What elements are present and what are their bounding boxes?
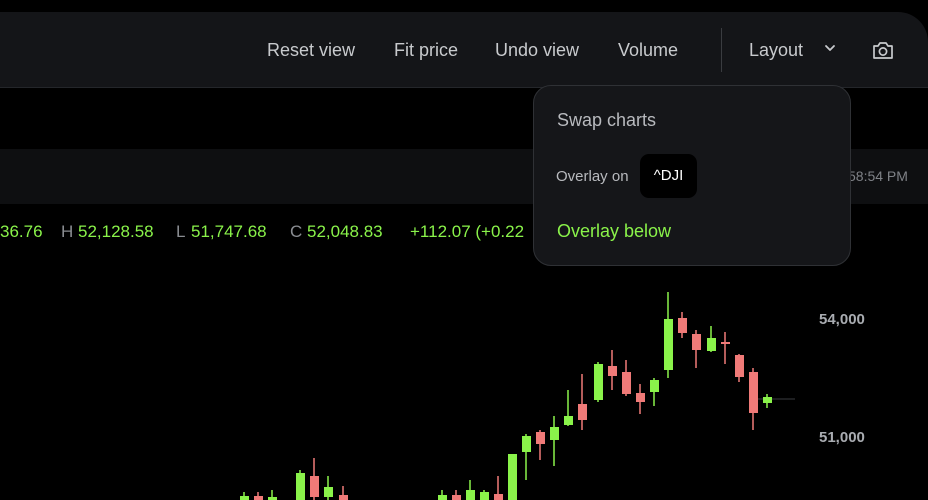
candlestick [650, 378, 659, 406]
overlay-symbol-button[interactable]: ^DJI [640, 154, 697, 198]
candle-body [664, 319, 673, 370]
overlay-below-button[interactable]: Overlay below [557, 221, 671, 242]
low-key: L [176, 222, 186, 241]
candle-body [594, 364, 603, 400]
camera-icon[interactable] [871, 39, 895, 61]
candlestick [692, 330, 701, 368]
candle-body [735, 355, 744, 377]
candle-body [564, 416, 573, 425]
candle-body [296, 473, 305, 500]
candle-body [550, 427, 559, 440]
undo-view-button[interactable]: Undo view [495, 12, 579, 88]
candle-body [339, 495, 348, 500]
high-key: H [61, 222, 74, 241]
candle-body [749, 372, 758, 413]
candlestick [707, 326, 716, 352]
candlestick [622, 360, 631, 396]
price-axis-label-lower: 51,000 [819, 429, 865, 446]
timestamp: 58:54 PM [848, 168, 908, 184]
price-axis-label-upper: 54,000 [819, 311, 865, 328]
candlestick [735, 354, 744, 382]
candle-body [508, 454, 517, 500]
candle-body [324, 487, 333, 497]
candle-body [466, 490, 475, 500]
candle-body [763, 397, 772, 403]
candlestick [749, 368, 758, 430]
candlestick [678, 312, 687, 338]
swap-charts-popup: Swap charts Overlay on ^DJI Overlay belo… [533, 85, 851, 266]
candlestick [594, 362, 603, 402]
volume-button[interactable]: Volume [618, 12, 678, 88]
candlestick [324, 476, 333, 500]
candlestick [480, 490, 489, 500]
candle-body [452, 495, 461, 500]
candlestick [522, 434, 531, 480]
low-value: 51,747.68 [191, 222, 267, 241]
candlestick [240, 492, 249, 500]
candle-body [622, 372, 631, 394]
candle-body [707, 338, 716, 351]
candlestick [578, 374, 587, 430]
candle-body [310, 476, 319, 497]
candle-body [480, 492, 489, 500]
candle-body [254, 496, 263, 500]
popup-title: Swap charts [557, 110, 657, 130]
candlestick [452, 490, 461, 500]
overlay-on-label: Overlay on [556, 168, 629, 185]
candlestick [310, 458, 319, 500]
open-value: 36.76 [0, 222, 43, 241]
fit-price-button[interactable]: Fit price [394, 12, 458, 88]
change-value: +112.07 (+0.22 [410, 222, 525, 241]
toolbar-divider [721, 28, 722, 72]
candlestick [636, 384, 645, 414]
candlestick [564, 390, 573, 426]
candlestick [550, 416, 559, 466]
candlestick [763, 394, 772, 408]
candlestick [721, 332, 730, 364]
candle-body [240, 496, 249, 500]
candle-body [438, 495, 447, 500]
high-value: 52,128.58 [78, 222, 154, 241]
candlestick [508, 454, 517, 500]
candle-body [494, 494, 503, 500]
candlestick [268, 490, 277, 500]
candle-body [692, 334, 701, 350]
candle-body [536, 432, 545, 444]
candle-body [678, 318, 687, 333]
layout-button[interactable]: Layout [749, 12, 803, 88]
candle-body [650, 380, 659, 392]
candlestick [608, 350, 617, 390]
candlestick-chart[interactable] [0, 280, 800, 500]
chevron-down-icon[interactable] [824, 42, 836, 54]
candlestick [494, 476, 503, 500]
candlestick [296, 470, 305, 500]
candlestick [536, 430, 545, 460]
chart-toolbar: Reset view Fit price Undo view Volume La… [0, 12, 928, 88]
close-key: C [290, 222, 303, 241]
candle-body [578, 404, 587, 420]
candlestick [466, 480, 475, 500]
candle-body [608, 366, 617, 376]
candle-body [522, 436, 531, 452]
reset-view-button[interactable]: Reset view [267, 12, 355, 88]
candle-body [636, 393, 645, 402]
candle-body [721, 342, 730, 344]
candlestick [438, 490, 447, 500]
candlestick [254, 492, 263, 500]
candlestick [664, 292, 673, 378]
close-value: 52,048.83 [307, 222, 383, 241]
candlestick [339, 486, 348, 500]
